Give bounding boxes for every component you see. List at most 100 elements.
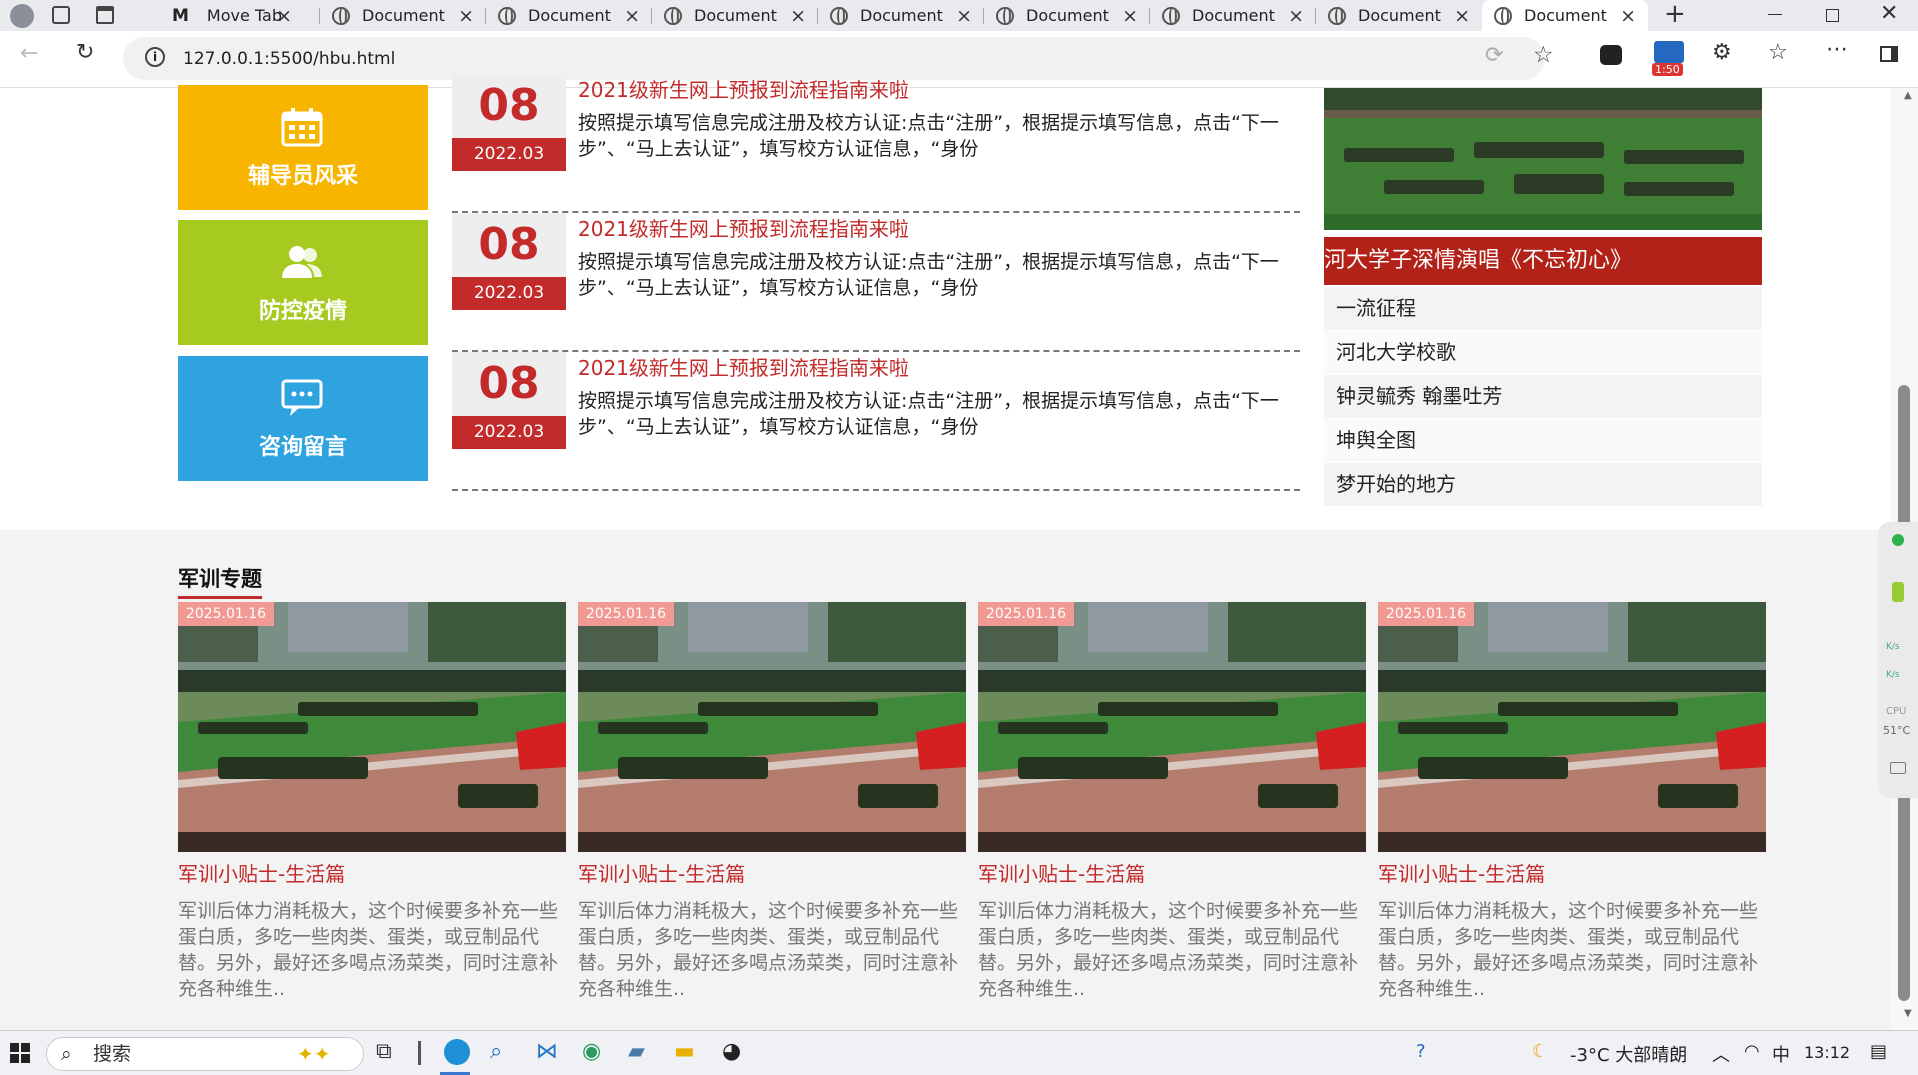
close-tab-icon[interactable]: × [276,5,292,27]
close-tab-icon[interactable]: × [624,5,640,27]
tab-5[interactable]: Document × [818,0,984,31]
restore-button[interactable] [1826,9,1839,22]
globe-icon [332,6,350,25]
tile-counselor[interactable]: 辅导员风采 [178,85,428,210]
close-tab-icon[interactable]: × [1122,5,1138,27]
chevron-up-icon[interactable]: ︿ [1712,1041,1730,1067]
news-desc: 按照提示填写信息完成注册及校方认证:点击“注册”，根据提示填写信息，点击“下一步… [578,112,1279,160]
card-image[interactable]: 2025.01.16 [978,602,1366,852]
clock[interactable]: 13:12 [1804,1043,1850,1062]
card-image[interactable]: 2025.01.16 [578,602,966,852]
military-card[interactable]: 2025.01.16 军训小贴士-生活篇 军训后体力消耗极大，这个时候要多补充一些蛋… [1378,602,1766,1012]
camera-icon[interactable] [1890,762,1906,774]
close-tab-icon[interactable]: × [1454,5,1470,27]
globe-icon [1328,6,1346,25]
vscode-icon[interactable]: ⋈ [536,1039,558,1064]
card-image[interactable]: 2025.01.16 [1378,602,1766,852]
minimize-button[interactable] [1768,14,1782,15]
close-tab-icon[interactable]: × [1620,5,1636,27]
video-list-item[interactable]: 梦开始的地方 [1324,463,1762,506]
profile-avatar[interactable] [10,4,34,28]
puzzle-extensions-icon[interactable]: ⚙ [1712,40,1732,65]
tab-4[interactable]: Document × [652,0,818,31]
edge-browser-icon[interactable] [444,1039,470,1065]
news-item[interactable]: 08 2022.03 2021级新生网上预报到流程指南来啦 按照提示填写信息完成注册及… [452,352,1300,491]
close-tab-icon[interactable]: × [1288,5,1304,27]
video-list-item[interactable]: 河北大学校歌 [1324,331,1762,374]
military-card[interactable]: 2025.01.16 军训小贴士-生活篇 军训后体力消耗极大，这个时候要多补充一些蛋… [978,602,1366,1012]
card-title[interactable]: 军训小贴士-生活篇 [178,858,345,887]
app-icon[interactable]: ▰ [628,1039,645,1064]
system-monitor-widget[interactable]: K/s K/s CPU 51°C [1878,522,1918,798]
workspaces-icon[interactable] [52,6,70,24]
close-window-button[interactable]: ✕ [1880,1,1898,26]
tab-2[interactable]: Document × [320,0,486,31]
tab-label: Move Tab [206,6,282,25]
card-date-badge: 2025.01.16 [178,602,274,626]
refresh-icon[interactable]: ↻ [76,40,94,65]
news-day: 08 [452,213,566,277]
tab-label: Document [1358,6,1441,25]
info-icon[interactable]: i [145,47,165,67]
video-list-item[interactable]: 钟灵毓秀 翰墨吐芳 [1324,375,1762,418]
ime-indicator[interactable]: 中 [1772,1041,1790,1067]
search-app-icon[interactable]: ⌕ [490,1039,502,1064]
scroll-up-arrow-icon[interactable]: ▲ [1904,90,1912,101]
tab-9[interactable]: Document × [1482,0,1648,31]
video-title[interactable]: 河大学子深情演唱《不忘初心》 [1324,237,1762,285]
wechat-icon[interactable]: ◉ [582,1039,601,1064]
tab-6[interactable]: Document × [984,0,1150,31]
news-item[interactable]: 08 2022.03 2021级新生网上预报到流程指南来啦 按照提示填写信息完成注册及… [452,213,1300,352]
video-list-item[interactable]: 坤舆全图 [1324,419,1762,462]
video-list-item[interactable]: 一流征程 [1324,287,1762,330]
scroll-down-arrow-icon[interactable]: ▼ [1904,1008,1912,1019]
news-title[interactable]: 2021级新生网上预报到流程指南来啦 [578,352,909,381]
news-day: 08 [452,352,566,416]
favorites-icon[interactable]: ☆ [1768,40,1788,65]
card-title[interactable]: 军训小贴士-生活篇 [578,858,745,887]
tab-8[interactable]: Document × [1316,0,1482,31]
tab-separator [1149,8,1150,24]
weather-text[interactable]: -3°C 大部晴朗 [1570,1041,1687,1067]
tab-1[interactable]: M Move Tab × [160,0,304,31]
taskbar-search[interactable]: ⌕ 搜索 ✦✦ [46,1037,364,1071]
news-item[interactable]: 08 2022.03 2021级新生网上预报到流程指南来啦 按照提示填写信息完成注册及… [452,74,1300,213]
extension-icon[interactable] [1600,45,1622,65]
screen-recorder-icon[interactable] [1654,41,1684,63]
tab-3[interactable]: Document × [486,0,652,31]
more-menu-icon[interactable]: ⋯ [1826,37,1848,62]
card-desc: 军训后体力消耗极大，这个时候要多补充一些蛋白质，多吃一些肉类、蛋类，或豆制品代替… [578,900,959,1000]
notification-icon[interactable]: ▤ [1870,1041,1887,1062]
close-tab-icon[interactable]: × [790,5,806,27]
net-up: K/s [1886,642,1900,652]
favorite-star-icon[interactable]: ☆ [1533,42,1554,68]
video-thumbnail[interactable] [1324,88,1762,230]
news-year-month: 2022.03 [452,416,566,449]
military-parade-image [978,602,1366,852]
tab-7[interactable]: Document × [1150,0,1316,31]
read-aloud-icon[interactable]: ⟳ [1485,43,1503,68]
tile-consult[interactable]: 咨询留言 [178,356,428,481]
news-title[interactable]: 2021级新生网上预报到流程指南来啦 [578,74,909,103]
tile-label: 辅导员风采 [247,164,358,189]
sidebar-toggle-icon[interactable] [1880,46,1898,62]
military-card[interactable]: 2025.01.16 军训小贴士-生活篇军训后体力消耗极大，这个时候要多补充一些蛋… [578,602,966,1012]
close-tab-icon[interactable]: × [956,5,972,27]
wifi-icon[interactable]: ◠ [1744,1041,1760,1062]
card-title[interactable]: 军训小贴士-生活篇 [1378,858,1545,887]
military-card[interactable]: 2025.01.16 军训小贴士-生活篇 军训后体力消耗极大，这个时候要多补充一些蛋… [178,602,566,1012]
new-tab-button[interactable]: + [1664,0,1686,29]
news-title[interactable]: 2021级新生网上预报到流程指南来啦 [578,213,909,242]
back-arrow-icon[interactable]: ← [20,41,38,66]
windows-start-icon[interactable] [10,1043,30,1063]
qq-icon[interactable]: ◕ [722,1039,741,1064]
tab-actions-icon[interactable] [96,6,114,24]
card-image[interactable]: 2025.01.16 [178,602,566,852]
calendar-icon [281,108,323,147]
card-title[interactable]: 军训小贴士-生活篇 [978,858,1145,887]
file-explorer-icon[interactable]: ▬ [674,1039,695,1064]
tile-epidemic[interactable]: 防控疫情 [178,220,428,345]
task-view-icon[interactable]: ⧉ [376,1039,392,1064]
help-icon[interactable]: ? [1416,1041,1426,1062]
close-tab-icon[interactable]: × [458,5,474,27]
